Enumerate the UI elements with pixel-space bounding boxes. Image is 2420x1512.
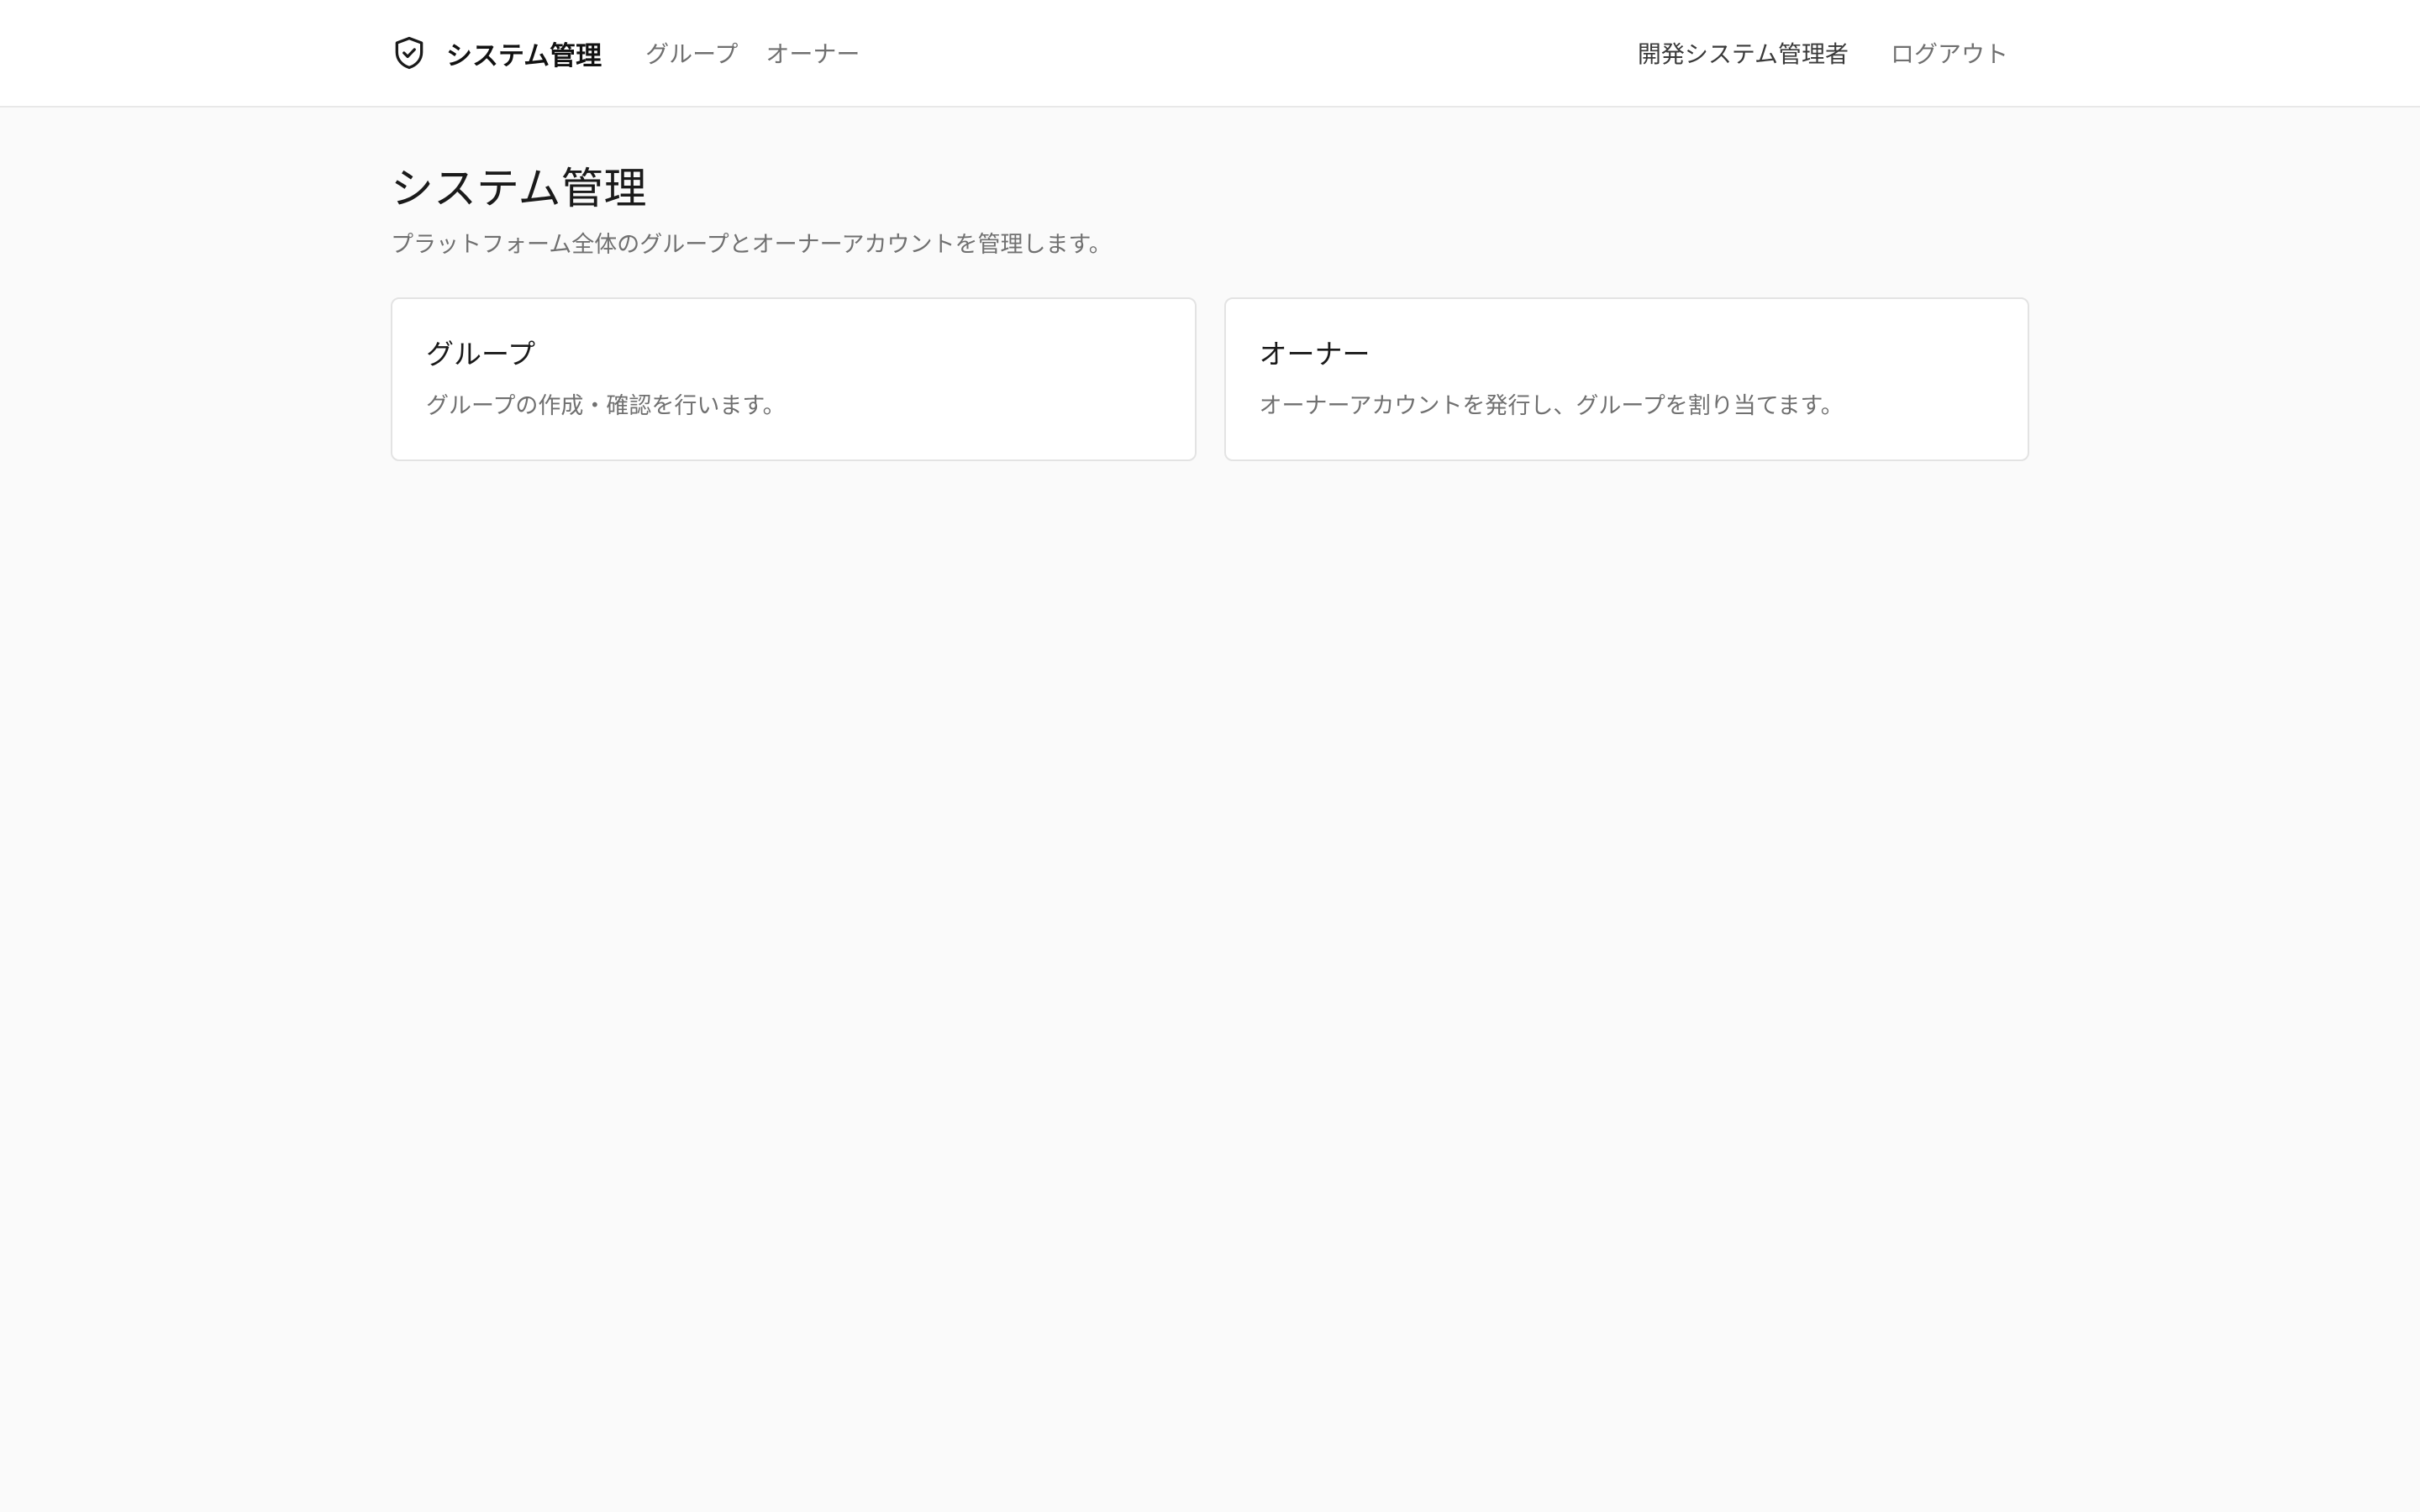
nav-link-owners[interactable]: オーナー [765, 36, 860, 70]
brand-home-link[interactable]: システム管理 [391, 34, 602, 72]
owners-card[interactable]: オーナー オーナーアカウントを発行し、グループを割り当てます。 [1223, 297, 2029, 461]
header-inner: システム管理 グループ オーナー 開発システム管理者 ログアウト [391, 0, 2029, 106]
main-content: システム管理 プラットフォーム全体のグループとオーナーアカウントを管理します。 … [391, 160, 2029, 461]
groups-card[interactable]: グループ グループの作成・確認を行います。 [391, 297, 1197, 461]
card-description: グループの作成・確認を行います。 [426, 393, 786, 419]
brand-title: システム管理 [446, 40, 602, 71]
shield-check-icon [391, 34, 428, 71]
card-title: オーナー [1259, 338, 1370, 370]
header-user-area: 開発システム管理者 ログアウト [1638, 36, 2029, 70]
card-description: オーナーアカウントを発行し、グループを割り当てます。 [1259, 393, 1844, 419]
page-title: システム管理 [391, 165, 647, 214]
main-nav: グループ オーナー [645, 36, 887, 70]
card-title: グループ [426, 338, 536, 370]
current-user-name[interactable]: 開発システム管理者 [1638, 36, 1849, 70]
top-header: システム管理 グループ オーナー 開発システム管理者 ログアウト [0, 0, 2420, 108]
page-subtitle: プラットフォーム全体のグループとオーナーアカウントを管理します。 [391, 232, 1112, 258]
nav-link-groups[interactable]: グループ [645, 36, 738, 70]
admin-cards: グループ グループの作成・確認を行います。 オーナー オーナーアカウントを発行し… [391, 297, 2029, 461]
logout-button[interactable]: ログアウト [1891, 36, 2008, 70]
